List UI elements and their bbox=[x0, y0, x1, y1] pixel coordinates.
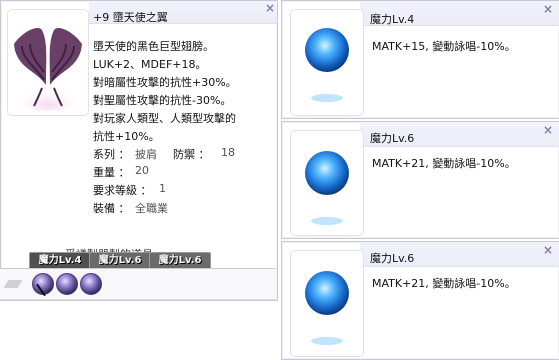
item-title: +9 墮天使之翼 bbox=[93, 11, 168, 24]
type-value: 披肩 bbox=[135, 148, 157, 161]
item-desc-line: 墮天使的黑色巨型翅膀。 bbox=[93, 40, 214, 53]
card-window-3: 魔力Lv.6 × MATK+21, 變動詠唱-10%。 bbox=[281, 241, 559, 360]
level-value: 1 bbox=[159, 182, 166, 195]
fallen-angel-wings-icon bbox=[14, 27, 82, 111]
card-window-1-close-icon[interactable]: × bbox=[542, 3, 554, 15]
item-window-close-icon[interactable]: × bbox=[264, 2, 276, 14]
equip-value: 全職業 bbox=[135, 202, 168, 215]
item-desc-line: 抗性+10%。 bbox=[93, 130, 160, 143]
item-desc-line: 對玩家人類型、人類型攻擊的 bbox=[93, 112, 236, 125]
item-desc-line: 對暗屬性攻擊的抗性+30%。 bbox=[93, 76, 237, 89]
card-window-1: 魔力Lv.4 × MATK+15, 變動詠唱-10%。 bbox=[281, 0, 559, 119]
slot-arrow-icon bbox=[3, 280, 23, 288]
blue-magic-orb-icon bbox=[305, 271, 349, 345]
item-image-frame bbox=[7, 9, 89, 116]
item-desc-line: LUK+2、MDEF+18。 bbox=[93, 58, 207, 71]
weight-value: 20 bbox=[135, 164, 149, 177]
item-info-window: +9 墮天使之翼 × 墮天使的黑色巨型翅膀。 LUK+2、MDEF+18。 對暗… bbox=[0, 0, 278, 301]
blue-magic-orb-icon bbox=[305, 28, 349, 102]
card-slot-3-orb-icon[interactable] bbox=[80, 273, 102, 295]
card-title: 魔力Lv.6 bbox=[370, 132, 415, 145]
card-title: 魔力Lv.6 bbox=[370, 252, 415, 265]
def-label: 防禦 ： bbox=[173, 148, 210, 161]
card-effect: MATK+21, 變動詠唱-10%。 bbox=[372, 277, 516, 290]
blue-magic-orb-icon bbox=[305, 151, 349, 225]
type-label: 系列 ： bbox=[93, 148, 130, 161]
item-desc-line: 對聖屬性攻擊的抗性-30%。 bbox=[93, 94, 232, 107]
card-effect: MATK+15, 變動詠唱-10%。 bbox=[372, 40, 516, 53]
card-window-3-close-icon[interactable]: × bbox=[542, 244, 554, 256]
equip-label: 裝備 ： bbox=[93, 202, 130, 215]
card-slot-2-orb-icon[interactable] bbox=[56, 273, 78, 295]
weight-label: 重量 ： bbox=[93, 166, 130, 179]
card-image-frame bbox=[290, 250, 364, 357]
card-title: 魔力Lv.4 bbox=[370, 13, 415, 26]
card-window-2-close-icon[interactable]: × bbox=[542, 124, 554, 136]
card-effect: MATK+21, 變動詠唱-10%。 bbox=[372, 157, 516, 170]
card-window-2: 魔力Lv.6 × MATK+21, 變動詠唱-10%。 bbox=[281, 121, 559, 239]
card-image-frame bbox=[290, 130, 364, 236]
card-slot-row bbox=[0, 268, 276, 300]
card-image-frame bbox=[290, 9, 364, 116]
def-value: 18 bbox=[221, 146, 235, 159]
level-label: 要求等級 ： bbox=[93, 184, 152, 197]
